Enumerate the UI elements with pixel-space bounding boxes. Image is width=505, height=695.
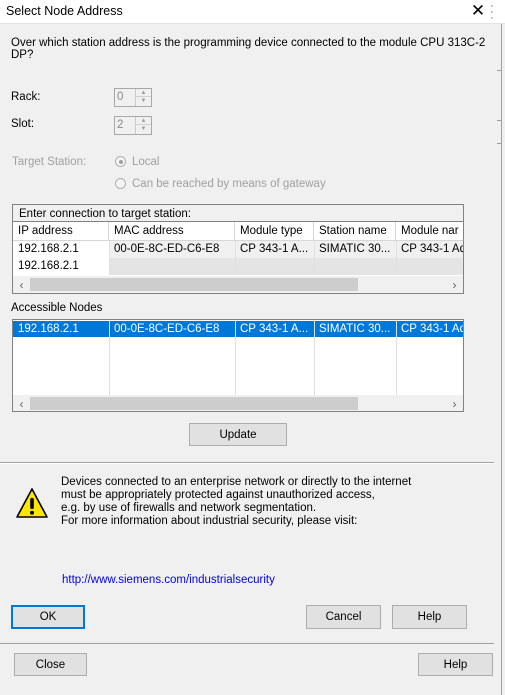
scroll-right-icon[interactable]: › xyxy=(446,276,463,293)
update-button[interactable]: Update xyxy=(189,423,287,446)
rack-label: Rack: xyxy=(11,91,41,103)
scroll-left-icon[interactable]: ‹ xyxy=(13,276,30,293)
background-window-edge xyxy=(494,24,505,695)
list-cell[interactable]: SIMATIC 30... xyxy=(314,321,396,338)
scrollbar-thumb[interactable] xyxy=(30,278,358,291)
security-line-4: For more information about industrial se… xyxy=(61,515,358,527)
col-mac-address[interactable]: MAC address xyxy=(109,222,235,241)
separator xyxy=(0,643,494,644)
security-line-1: Devices connected to an enterprise netwo… xyxy=(61,476,412,488)
connection-table[interactable]: IP address MAC address Module type Stati… xyxy=(12,221,464,294)
connection-caption: Enter connection to target station: xyxy=(19,208,191,220)
grid-line xyxy=(109,241,110,275)
grid-line xyxy=(235,241,236,275)
table-cell: 00-0E-8C-ED-C6-E8 xyxy=(109,241,235,258)
resize-dots-icon: · · · xyxy=(490,0,494,24)
slot-spinner-buttons: ▲ ▼ xyxy=(135,117,151,134)
accessible-nodes-label: Accessible Nodes xyxy=(11,302,103,314)
spin-up-icon[interactable]: ▲ xyxy=(136,117,151,125)
edge-tick xyxy=(497,143,501,144)
cancel-button[interactable]: Cancel xyxy=(306,605,381,629)
security-line-2: must be appropriately protected against … xyxy=(61,489,375,501)
ok-button[interactable]: OK xyxy=(11,605,85,629)
local-radio[interactable] xyxy=(115,156,126,167)
edge-tick xyxy=(497,120,501,121)
spin-down-icon[interactable]: ▼ xyxy=(136,125,151,133)
scroll-right-icon[interactable]: › xyxy=(446,395,463,411)
close-button[interactable]: Close xyxy=(14,653,87,676)
local-radio-label: Local xyxy=(132,156,160,168)
help-button[interactable]: Help xyxy=(392,605,467,629)
list-cell[interactable]: 192.168.2.1 xyxy=(13,321,109,338)
separator-highlight xyxy=(0,463,494,464)
rack-spinner-buttons: ▲ ▼ xyxy=(135,89,151,106)
table-cell[interactable]: 192.168.2.1 xyxy=(13,258,109,275)
grid-line xyxy=(109,321,110,395)
table-cell[interactable]: 192.168.2.1 xyxy=(13,241,109,258)
col-ip-address[interactable]: IP address xyxy=(13,222,109,241)
scroll-left-icon[interactable]: ‹ xyxy=(13,395,30,411)
slot-value: 2 xyxy=(117,119,124,131)
col-module-name[interactable]: Module nar xyxy=(396,222,463,241)
spin-down-icon[interactable]: ▼ xyxy=(136,97,151,105)
gateway-radio-label: Can be reached by means of gateway xyxy=(132,178,326,190)
grid-line xyxy=(235,321,236,395)
slot-spinner[interactable]: 2 ▲ ▼ xyxy=(114,116,152,135)
security-line-3: e.g. by use of firewalls and network seg… xyxy=(61,502,317,514)
horizontal-scrollbar[interactable]: ‹ › xyxy=(13,276,463,293)
accessible-nodes-list[interactable]: 192.168.2.1 00-0E-8C-ED-C6-E8 CP 343-1 A… xyxy=(12,319,464,412)
horizontal-scrollbar[interactable]: ‹ › xyxy=(13,395,463,411)
list-cell[interactable]: CP 343-1 A... xyxy=(235,321,314,338)
table-cell: CP 343-1 A... xyxy=(235,241,314,258)
table-cell: CP 343-1 Ad xyxy=(396,241,463,258)
spin-up-icon[interactable]: ▲ xyxy=(136,89,151,97)
warning-icon xyxy=(15,487,49,521)
help-button-background[interactable]: Help xyxy=(418,653,493,676)
edge-tick xyxy=(497,70,501,71)
scrollbar-thumb[interactable] xyxy=(30,397,358,410)
close-icon[interactable]: ✕ xyxy=(467,1,489,21)
list-cell[interactable]: CP 343-1 Ad xyxy=(396,321,463,338)
col-station-name[interactable]: Station name xyxy=(314,222,396,241)
gateway-radio[interactable] xyxy=(115,178,126,189)
prompt-line-1: Over which station address is the progra… xyxy=(11,37,486,49)
rack-value: 0 xyxy=(117,91,124,103)
window-title: Select Node Address xyxy=(6,4,123,18)
grid-line xyxy=(396,321,397,395)
col-module-type[interactable]: Module type xyxy=(235,222,314,241)
rack-spinner[interactable]: 0 ▲ ▼ xyxy=(114,88,152,107)
security-link[interactable]: http://www.siemens.com/industrialsecurit… xyxy=(62,574,275,586)
slot-label: Slot: xyxy=(11,118,35,130)
prompt-line-2: DP? xyxy=(11,49,34,61)
table-cell-empty xyxy=(109,258,463,275)
list-cell[interactable]: 00-0E-8C-ED-C6-E8 xyxy=(109,321,235,338)
table-cell: SIMATIC 30... xyxy=(314,241,396,258)
grid-line xyxy=(314,241,315,275)
grid-line xyxy=(314,321,315,395)
background-window-border xyxy=(501,24,502,695)
grid-line xyxy=(396,241,397,275)
target-station-label: Target Station: xyxy=(12,156,87,168)
